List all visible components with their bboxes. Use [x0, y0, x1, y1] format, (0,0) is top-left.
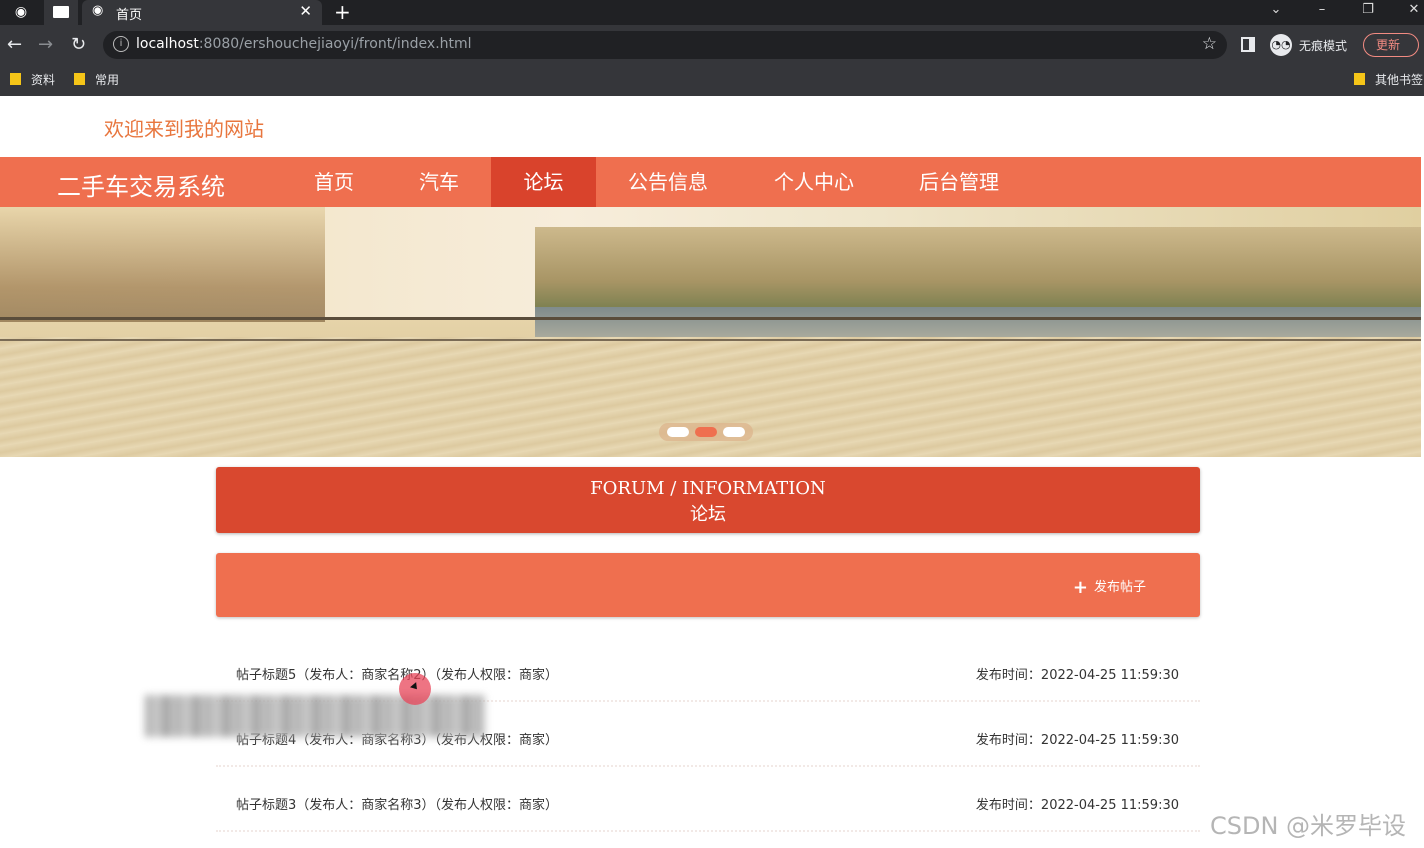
plus-icon: +: [1072, 577, 1088, 598]
new-post-button[interactable]: + 发布帖子: [1073, 576, 1146, 598]
restore-button[interactable]: ❐: [1353, 0, 1383, 25]
folder-icon: [1354, 73, 1365, 85]
section-title-en: FORUM / INFORMATION: [590, 478, 826, 499]
reload-icon[interactable]: ↻: [71, 34, 86, 56]
url-input[interactable]: i localhost:8080/ershouchejiaoyi/front/i…: [103, 31, 1227, 59]
carousel-dot-active[interactable]: [695, 427, 717, 437]
watermark-text: CSDN @米罗毕设: [1210, 812, 1407, 840]
incognito-icon[interactable]: ◔◔: [1270, 34, 1292, 56]
section-header: FORUM / INFORMATION 论坛: [216, 467, 1200, 533]
nav-item-notices[interactable]: 公告信息: [603, 157, 733, 207]
section-title-cn: 论坛: [690, 504, 726, 525]
bookmark-folder[interactable]: 常用: [74, 72, 119, 88]
address-bar: ← → ↻ i localhost:8080/ershouchejiaoyi/f…: [0, 25, 1424, 65]
forward-arrow-icon[interactable]: →: [38, 34, 53, 56]
main-nav: 二手车交易系统 首页 汽车 论坛 公告信息 个人中心 后台管理: [0, 157, 1421, 207]
folder-icon: [10, 73, 21, 85]
banner-railing: [0, 317, 1421, 341]
post-title[interactable]: 帖子标题5（发布人：商家名称2）（发布人权限：商家）: [236, 664, 558, 683]
star-icon[interactable]: ☆: [1202, 34, 1217, 54]
browser-tab-bar: ◉ ◉ 首页 ✕ + ⌄ – ❐ ✕: [0, 0, 1424, 25]
globe-icon: ◉: [92, 3, 104, 18]
bookmark-folder[interactable]: 资料: [10, 72, 55, 88]
window-close-button[interactable]: ✕: [1399, 0, 1424, 25]
mouse-cursor-icon: [399, 673, 431, 705]
carousel-dot[interactable]: [667, 427, 689, 437]
window-icon[interactable]: [44, 0, 78, 25]
browser-tab-home[interactable]: ◉ 首页 ✕: [82, 0, 322, 25]
globe-icon[interactable]: ◉: [12, 3, 30, 21]
post-row[interactable]: 帖子标题5（发布人：商家名称2）（发布人权限：商家） 发布时间：2022-04-…: [216, 637, 1200, 702]
welcome-text: 欢迎来到我的网站: [104, 117, 264, 141]
nav-item-profile[interactable]: 个人中心: [749, 157, 879, 207]
site-brand: 二手车交易系统: [57, 173, 225, 201]
close-icon[interactable]: ✕: [299, 2, 312, 20]
url-text: localhost:8080/ershouchejiaoyi/front/ind…: [136, 36, 472, 52]
bookmark-folder-other[interactable]: 其他书签: [1354, 72, 1423, 88]
tab-title: 首页: [116, 8, 143, 23]
side-panel-icon[interactable]: [1241, 37, 1255, 52]
folder-icon: [74, 73, 85, 85]
blurred-overlay: [145, 695, 485, 737]
banner-city-skyline: [535, 227, 1421, 317]
post-time: 发布时间：2022-04-25 11:59:30: [975, 668, 1179, 683]
chevron-down-icon[interactable]: ⌄: [1261, 0, 1291, 25]
bookmarks-bar: 资料 常用 其他书签: [0, 65, 1424, 96]
banner-city-left: [0, 207, 325, 322]
forum-toolbar: + 发布帖子: [216, 553, 1200, 617]
info-icon[interactable]: i: [113, 36, 129, 52]
back-arrow-icon[interactable]: ←: [7, 34, 22, 56]
new-tab-button[interactable]: +: [334, 0, 351, 24]
nav-item-admin[interactable]: 后台管理: [894, 157, 1024, 207]
post-row[interactable]: 帖子标题3（发布人：商家名称3）（发布人权限：商家） 发布时间：2022-04-…: [216, 767, 1200, 832]
update-button[interactable]: 更新: [1363, 33, 1419, 57]
post-title[interactable]: 帖子标题3（发布人：商家名称3）（发布人权限：商家）: [236, 794, 558, 813]
nav-item-forum[interactable]: 论坛: [491, 157, 596, 207]
minimize-button[interactable]: –: [1307, 0, 1337, 25]
post-time: 发布时间：2022-04-25 11:59:30: [975, 733, 1179, 748]
post-time: 发布时间：2022-04-25 11:59:30: [975, 798, 1179, 813]
nav-item-cars[interactable]: 汽车: [389, 157, 489, 207]
carousel-dot[interactable]: [723, 427, 745, 437]
banner-carousel[interactable]: [0, 207, 1421, 457]
nav-item-home[interactable]: 首页: [284, 157, 384, 207]
incognito-label: 无痕模式: [1299, 39, 1348, 53]
carousel-indicators: [659, 423, 753, 441]
